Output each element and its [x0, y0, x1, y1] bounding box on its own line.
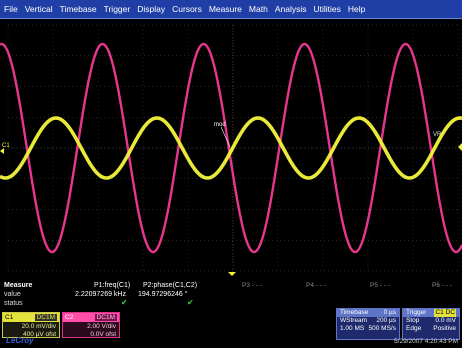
trigger-slope: Positive — [433, 325, 456, 332]
c2-coupling-badge: DC1M — [94, 314, 117, 321]
datetime-readout: 5/29/2007 4:20:43 PM — [394, 338, 458, 345]
timebase-samples: 1.00 MS — [340, 325, 365, 332]
trigger-source-badge: C1 DC — [434, 309, 456, 317]
p2-label[interactable]: P2:phase(C1,C2) — [143, 282, 197, 289]
measure-row-status: status — [4, 300, 23, 307]
menu-trigger[interactable]: Trigger — [104, 4, 131, 14]
trigger-mode: Stop — [406, 317, 420, 324]
timebase-box[interactable]: Timebase 0 µs WStream 200 µs 1.00 MS 500… — [336, 308, 400, 340]
trigger-level-icon — [458, 143, 462, 151]
menu-help[interactable]: Help — [348, 4, 365, 14]
c1-coupling-badge: DC1M — [34, 314, 57, 321]
trigger-type: Edge — [406, 325, 422, 332]
p6-slot[interactable]: P6 - - - — [432, 282, 452, 289]
measure-row-value: value — [4, 291, 21, 298]
menu-file[interactable]: File — [4, 4, 18, 14]
p1-label[interactable]: P1:freq(C1) — [94, 282, 130, 289]
waveform-graticule: C1 mod VR — [0, 24, 462, 276]
c2-channel-box[interactable]: C2 DC1M 2.00 V/div 0.0V ofst — [62, 312, 120, 338]
menu-utilities[interactable]: Utilities — [313, 4, 340, 14]
c1-channel-name: C1 — [5, 314, 14, 321]
p2-status-check-icon: ✔ — [187, 298, 194, 307]
level-marker-label: mod — [214, 122, 226, 128]
timebase-delay: 0 µs — [383, 309, 396, 316]
p3-slot[interactable]: P3 - - - — [242, 282, 262, 289]
menu-cursors[interactable]: Cursors — [172, 4, 202, 14]
trigger-title: Trigger — [406, 309, 427, 316]
menu-bar: File Vertical Timebase Trigger Display C… — [0, 0, 462, 19]
timebase-rate: 500 MS/s — [368, 325, 396, 332]
c2-offset: 0.0V ofst — [90, 331, 116, 338]
menu-measure[interactable]: Measure — [209, 4, 242, 14]
c1-channel-box[interactable]: C1 DC1M 20.0 mV/div 400 µV ofst — [2, 312, 60, 338]
menu-analysis[interactable]: Analysis — [275, 4, 307, 14]
p2-value: 194.97296246 ° — [138, 291, 188, 298]
trigger-level: 0.0 mV — [435, 317, 456, 324]
menu-display[interactable]: Display — [137, 4, 165, 14]
timebase-tdiv: 200 µs — [376, 317, 396, 324]
trigger-position-icon — [228, 272, 236, 276]
lecroy-logo: LeCroy — [6, 336, 34, 345]
c2-vdiv: 2.00 V/div — [87, 323, 116, 330]
ground-marker-label: C1 — [2, 143, 10, 149]
timebase-title: Timebase — [340, 309, 369, 316]
menu-vertical[interactable]: Vertical — [25, 4, 53, 14]
right-marker-label: VR — [433, 132, 442, 138]
p1-value: 2.22097269 kHz — [75, 291, 126, 298]
measure-title[interactable]: Measure — [4, 282, 32, 289]
waveform-display[interactable]: C1 mod VR — [0, 19, 462, 277]
p1-status-check-icon: ✔ — [121, 298, 128, 307]
c2-channel-name: C2 — [65, 314, 74, 321]
menu-math[interactable]: Math — [249, 4, 268, 14]
c1-vdiv: 20.0 mV/div — [21, 323, 56, 330]
p5-slot[interactable]: P5 - - - — [370, 282, 390, 289]
trigger-box[interactable]: Trigger C1 DC Stop 0.0 mV Edge Positive — [402, 308, 460, 340]
menu-timebase[interactable]: Timebase — [60, 4, 97, 14]
p4-slot[interactable]: P4 - - - — [306, 282, 326, 289]
timebase-mode: WStream — [340, 317, 368, 324]
